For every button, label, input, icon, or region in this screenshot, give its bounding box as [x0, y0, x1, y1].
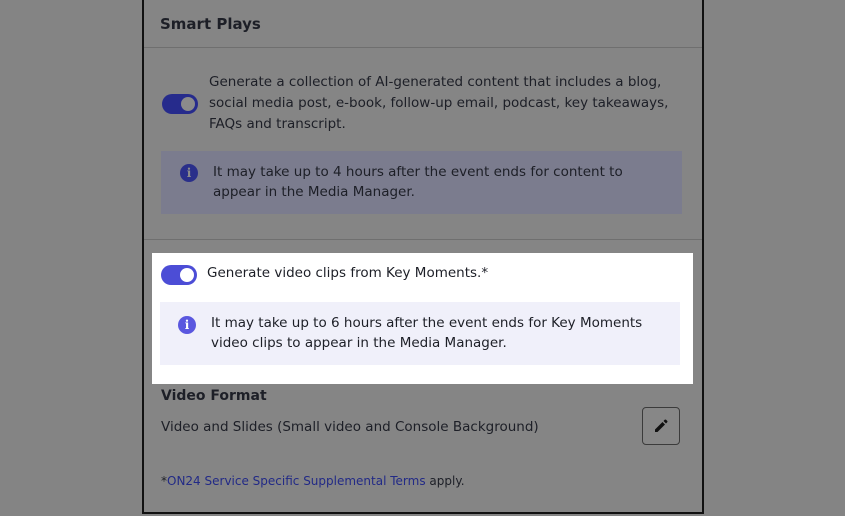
ai-content-toggle[interactable] [162, 94, 198, 114]
info-icon: i [180, 164, 198, 182]
video-clips-toggle[interactable] [161, 265, 197, 285]
pencil-icon [655, 419, 668, 432]
terms-suffix: apply. [425, 474, 465, 488]
video-format-title: Video Format [161, 388, 267, 404]
video-clips-label: Generate video clips from Key Moments.* [207, 265, 489, 281]
panel-title: Smart Plays [160, 15, 261, 33]
terms-note: *ON24 Service Specific Supplemental Term… [161, 474, 465, 488]
toggle-knob [181, 97, 195, 111]
terms-link[interactable]: ON24 Service Specific Supplemental Terms [167, 474, 426, 488]
divider [144, 47, 702, 48]
ai-content-info-text: It may take up to 4 hours after the even… [213, 164, 623, 200]
video-clips-info-text: It may take up to 6 hours after the even… [211, 315, 643, 351]
video-clips-highlight: Generate video clips from Key Moments.* … [152, 253, 693, 384]
edit-video-format-button[interactable] [642, 407, 680, 445]
divider [144, 239, 702, 240]
ai-content-description: Generate a collection of AI-generated co… [209, 74, 669, 132]
toggle-knob [180, 268, 194, 282]
ai-content-info-box: i It may take up to 4 hours after the ev… [161, 151, 682, 214]
video-clips-info-box: i It may take up to 6 hours after the ev… [160, 302, 680, 365]
info-icon: i [178, 316, 196, 334]
video-format-value: Video and Slides (Small video and Consol… [161, 419, 539, 435]
